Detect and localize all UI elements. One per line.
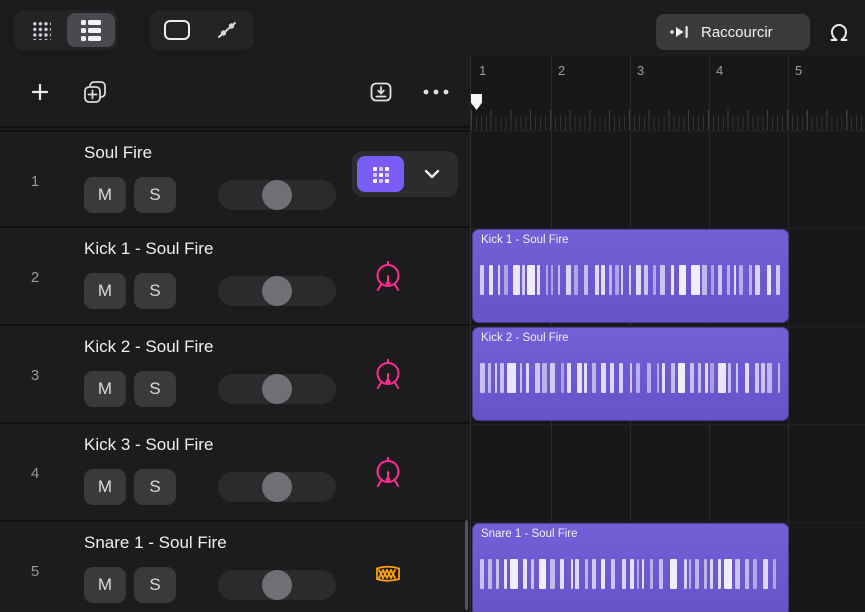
track-row[interactable]: 2 Kick 1 - Soul Fire M S bbox=[0, 226, 470, 326]
kick-drum-icon bbox=[366, 258, 410, 298]
track-name: Soul Fire bbox=[84, 143, 152, 163]
add-track-icon bbox=[30, 82, 50, 102]
snare-drum-icon bbox=[366, 552, 410, 592]
grid-view-icon bbox=[31, 20, 51, 40]
volume-knob[interactable] bbox=[262, 276, 292, 306]
midi-notes bbox=[480, 363, 780, 393]
mute-button[interactable]: M bbox=[84, 567, 126, 603]
volume-slider[interactable] bbox=[218, 374, 336, 404]
track-expand-button[interactable] bbox=[408, 154, 456, 194]
add-track-button[interactable] bbox=[22, 74, 58, 110]
track-header-panel: 1 Soul Fire M S bbox=[0, 56, 470, 612]
mute-button[interactable]: M bbox=[84, 177, 126, 213]
ruler-separator bbox=[471, 130, 865, 131]
track-row[interactable]: 5 Snare 1 - Soul Fire M S bbox=[0, 520, 470, 612]
track-number: 2 bbox=[0, 228, 70, 326]
automation-button[interactable] bbox=[203, 13, 251, 47]
volume-knob[interactable] bbox=[262, 472, 292, 502]
duplicate-track-button[interactable] bbox=[77, 74, 113, 110]
edit-mode-group bbox=[150, 10, 254, 50]
solo-button[interactable]: S bbox=[134, 567, 176, 603]
track-name: Kick 3 - Soul Fire bbox=[84, 435, 213, 455]
top-toolbar: Raccourcir bbox=[0, 0, 865, 56]
tracks-view-button[interactable] bbox=[67, 13, 115, 47]
import-button[interactable] bbox=[363, 74, 399, 110]
instrument-group bbox=[352, 151, 458, 197]
track-number: 4 bbox=[0, 424, 70, 522]
arrange-area[interactable]: 1 2 3 4 5 Kick 1 - Soul Fire Kick 2 - So… bbox=[470, 56, 865, 612]
region-edit-button[interactable] bbox=[153, 13, 201, 47]
lane-separator bbox=[471, 424, 865, 425]
ruler-minor-ticks bbox=[471, 116, 865, 130]
midi-region[interactable]: Snare 1 - Soul Fire bbox=[472, 523, 789, 612]
bar-number: 1 bbox=[479, 63, 486, 78]
more-icon bbox=[423, 89, 449, 95]
solo-button[interactable]: S bbox=[134, 273, 176, 309]
midi-region[interactable]: Kick 2 - Soul Fire bbox=[472, 327, 789, 421]
chevron-down-icon bbox=[424, 169, 440, 179]
region-label: Kick 1 - Soul Fire bbox=[481, 234, 569, 246]
track-name: Kick 2 - Soul Fire bbox=[84, 337, 213, 357]
tracks-view-icon bbox=[81, 20, 102, 41]
duplicate-track-icon bbox=[82, 79, 108, 105]
midi-notes bbox=[480, 559, 780, 589]
volume-knob[interactable] bbox=[262, 374, 292, 404]
mute-button[interactable]: M bbox=[84, 273, 126, 309]
logic-app-window: Raccourcir bbox=[0, 0, 865, 612]
mute-button[interactable]: M bbox=[84, 371, 126, 407]
more-button[interactable] bbox=[418, 74, 454, 110]
shorten-icon bbox=[670, 24, 692, 40]
midi-region[interactable]: Kick 1 - Soul Fire bbox=[472, 229, 789, 323]
drum-machine-icon bbox=[369, 162, 393, 186]
loop-button[interactable] bbox=[822, 15, 856, 49]
playhead[interactable] bbox=[471, 94, 482, 110]
solo-button[interactable]: S bbox=[134, 371, 176, 407]
track-row[interactable]: 4 Kick 3 - Soul Fire M S bbox=[0, 422, 470, 522]
automation-icon bbox=[215, 18, 239, 42]
kick-drum-icon bbox=[366, 356, 410, 396]
bar-number: 2 bbox=[558, 63, 565, 78]
track-list-header bbox=[0, 56, 470, 128]
mute-button[interactable]: M bbox=[84, 469, 126, 505]
scrollbar-thumb[interactable] bbox=[465, 520, 468, 610]
track-row[interactable]: 3 Kick 2 - Soul Fire M S bbox=[0, 324, 470, 424]
solo-button[interactable]: S bbox=[134, 177, 176, 213]
region-label: Snare 1 - Soul Fire bbox=[481, 528, 578, 540]
shorten-label: Raccourcir bbox=[701, 24, 773, 41]
grid-view-button[interactable] bbox=[17, 13, 65, 47]
track-row[interactable]: 1 Soul Fire M S bbox=[0, 130, 470, 230]
volume-slider[interactable] bbox=[218, 472, 336, 502]
bar-number: 5 bbox=[795, 63, 802, 78]
volume-slider[interactable] bbox=[218, 570, 336, 600]
loop-icon bbox=[827, 20, 851, 44]
volume-knob[interactable] bbox=[262, 180, 292, 210]
track-number: 5 bbox=[0, 522, 70, 612]
region-label: Kick 2 - Soul Fire bbox=[481, 332, 569, 344]
view-toggle-group bbox=[14, 10, 118, 50]
kick-drum-icon bbox=[366, 454, 410, 494]
volume-slider[interactable] bbox=[218, 276, 336, 306]
track-number: 1 bbox=[0, 132, 70, 230]
volume-slider[interactable] bbox=[218, 180, 336, 210]
instrument-button[interactable] bbox=[357, 156, 404, 192]
solo-button[interactable]: S bbox=[134, 469, 176, 505]
track-number: 3 bbox=[0, 326, 70, 424]
import-icon bbox=[368, 79, 394, 105]
volume-knob[interactable] bbox=[262, 570, 292, 600]
bar-number: 4 bbox=[716, 63, 723, 78]
region-edit-icon bbox=[164, 20, 190, 40]
midi-notes bbox=[480, 265, 780, 295]
shorten-button[interactable]: Raccourcir bbox=[656, 14, 810, 50]
track-name: Snare 1 - Soul Fire bbox=[84, 533, 227, 553]
bar-number: 3 bbox=[637, 63, 644, 78]
track-name: Kick 1 - Soul Fire bbox=[84, 239, 213, 259]
